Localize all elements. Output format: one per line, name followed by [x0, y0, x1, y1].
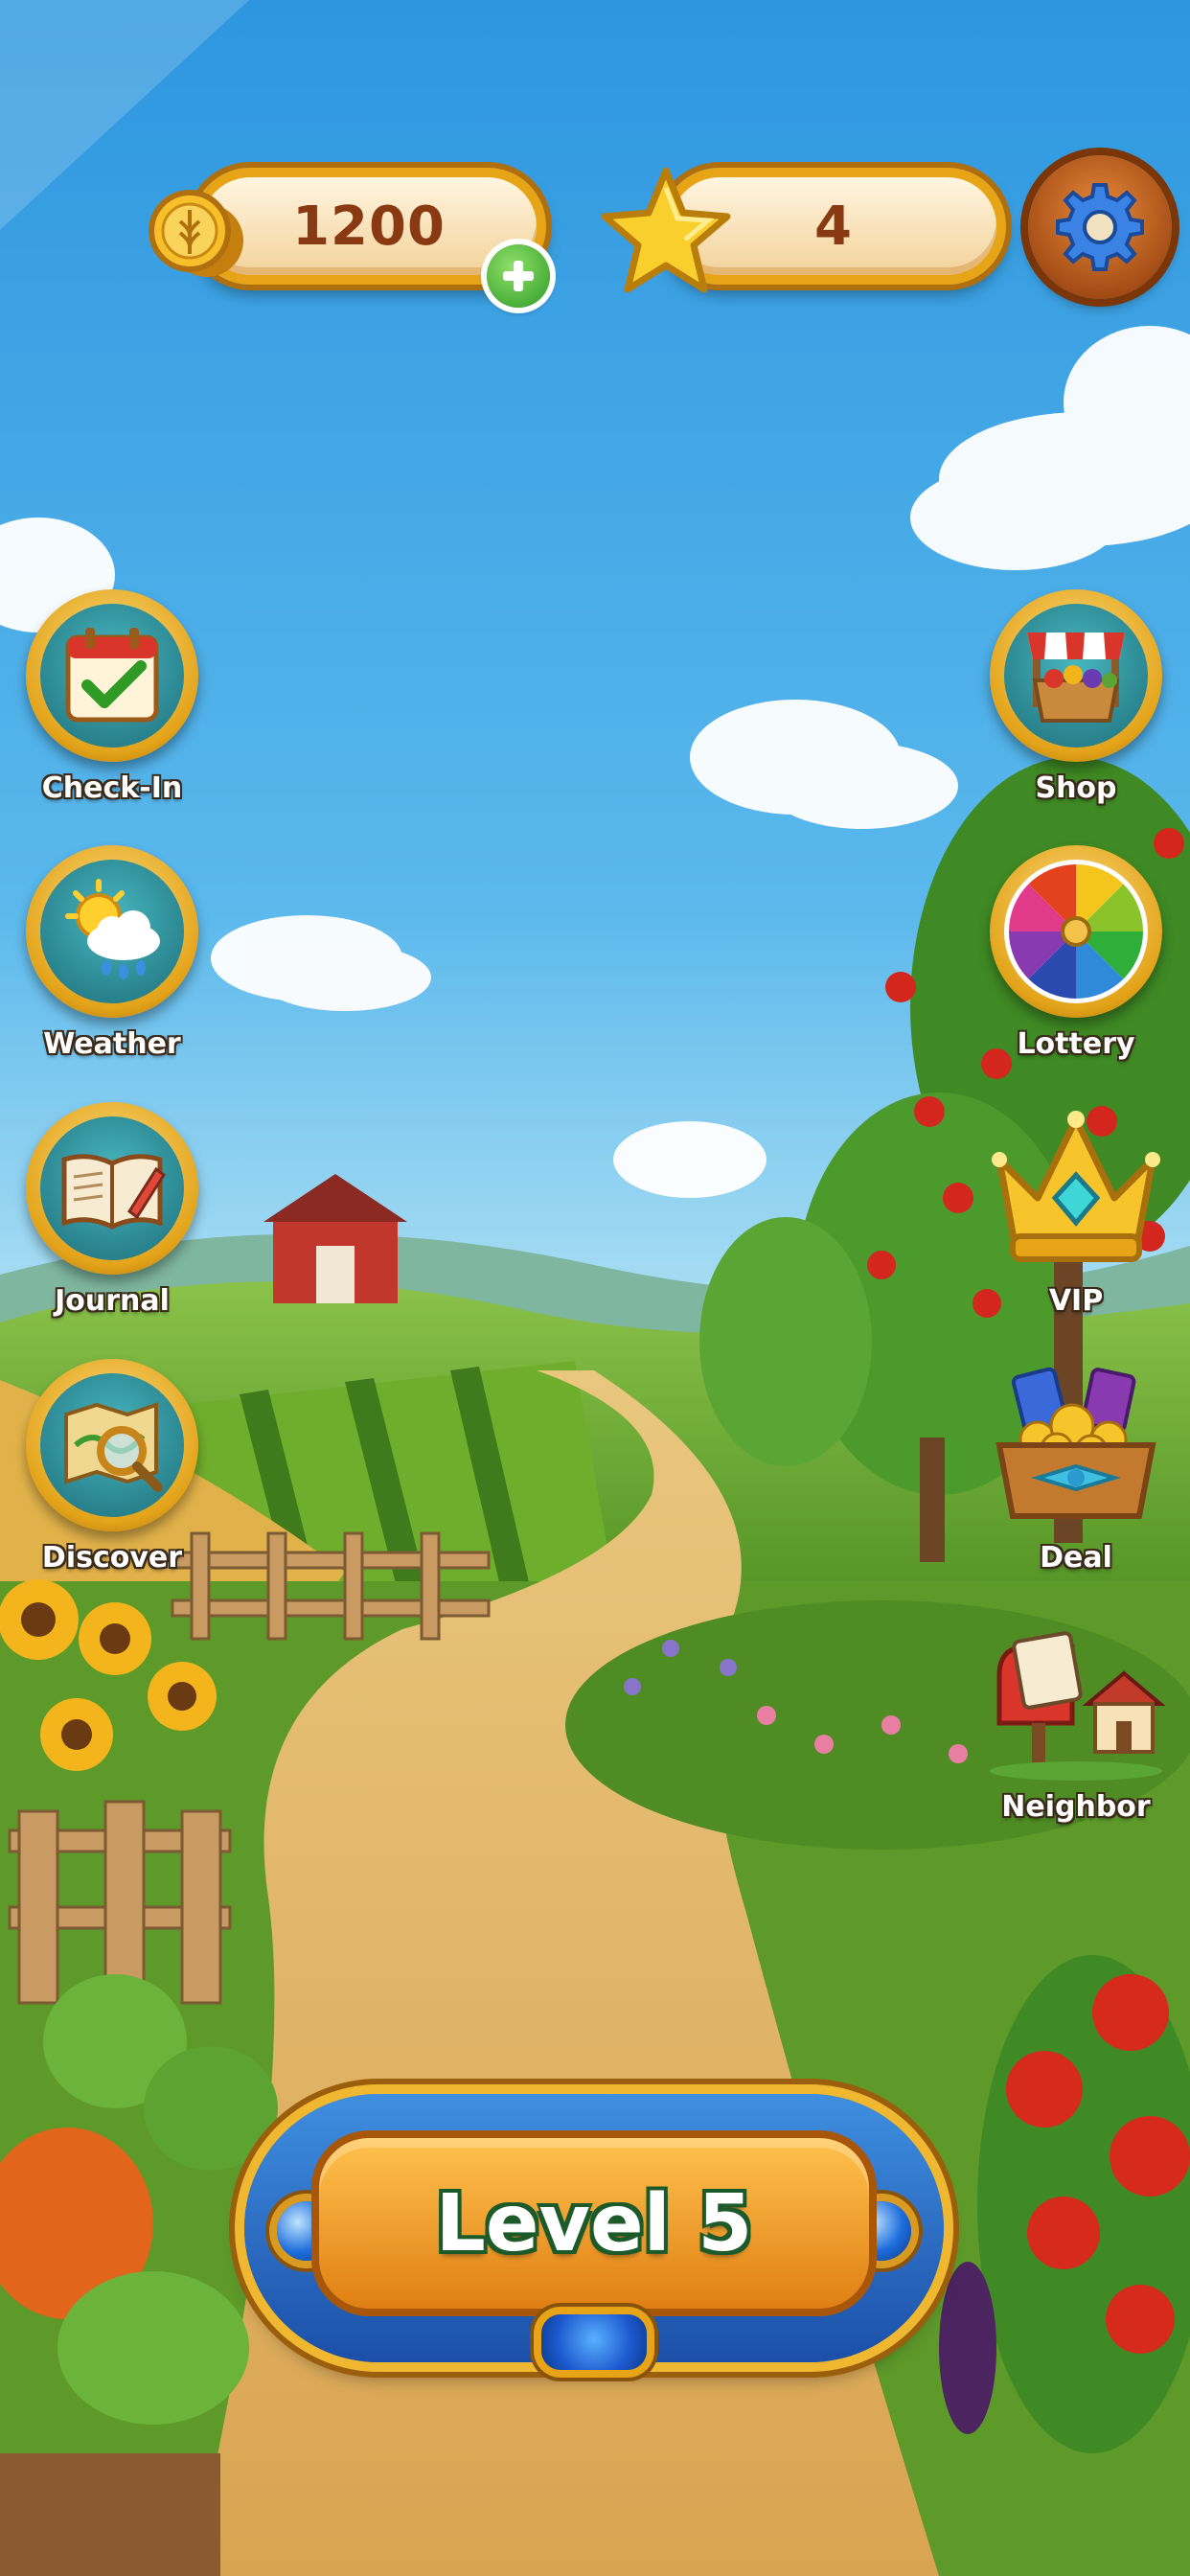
- neighbor-label: Neighbor: [1001, 1790, 1151, 1824]
- prize-wheel-icon: [1009, 864, 1143, 999]
- treasure-basket-icon: [995, 1367, 1156, 1519]
- shop-label: Shop: [1035, 771, 1117, 805]
- vip-badge: [980, 1102, 1172, 1275]
- settings-button[interactable]: [1028, 155, 1172, 299]
- discover-button[interactable]: Discover: [16, 1359, 208, 1575]
- neighbor-button[interactable]: Neighbor: [980, 1618, 1172, 1824]
- calendar-check-icon: [65, 628, 159, 723]
- mailbox-house-icon: [990, 1631, 1166, 1781]
- lottery-badge: [990, 845, 1162, 1018]
- weather-button[interactable]: Weather: [16, 845, 208, 1061]
- journal-badge: [26, 1102, 198, 1275]
- shop-button[interactable]: Shop: [980, 589, 1172, 805]
- star-count: 4: [814, 195, 853, 258]
- deal-button[interactable]: Deal: [980, 1359, 1172, 1575]
- check-in-badge: [26, 589, 198, 762]
- bottom-gem-ornament: [541, 2314, 647, 2370]
- coin-icon: [142, 187, 247, 283]
- level-label: Level 5: [435, 2177, 753, 2269]
- lottery-button[interactable]: Lottery: [980, 845, 1172, 1061]
- coin-count: 1200: [292, 195, 446, 258]
- journal-button[interactable]: Journal: [16, 1102, 208, 1318]
- deal-label: Deal: [1040, 1541, 1112, 1575]
- plus-icon: [503, 261, 534, 291]
- deal-badge: [980, 1359, 1172, 1531]
- discover-label: Discover: [41, 1541, 183, 1575]
- star-icon: [599, 163, 733, 297]
- neighbor-badge: [980, 1618, 1172, 1781]
- vip-label: VIP: [1048, 1284, 1104, 1318]
- check-in-label: Check-In: [41, 771, 183, 805]
- journal-label: Journal: [55, 1284, 170, 1318]
- weather-label: Weather: [43, 1027, 181, 1061]
- vip-button[interactable]: VIP: [980, 1102, 1172, 1318]
- sun-cloud-rain-icon: [65, 879, 160, 979]
- weather-badge: [26, 845, 198, 1018]
- add-coins-button[interactable]: [487, 244, 550, 308]
- play-button-plate: Level 5: [311, 2130, 877, 2316]
- gear-icon: [1056, 183, 1144, 271]
- map-magnifier-icon: [64, 1402, 163, 1492]
- game-screen: 1200 4 Check-In Weather Journal Discover…: [0, 0, 1190, 2576]
- lottery-label: Lottery: [1017, 1027, 1135, 1061]
- play-level-button[interactable]: Level 5: [244, 2094, 944, 2370]
- crown-icon: [992, 1111, 1160, 1262]
- open-book-icon: [61, 1154, 167, 1230]
- market-stall-icon: [1027, 632, 1125, 723]
- discover-badge: [26, 1359, 198, 1531]
- check-in-button[interactable]: Check-In: [16, 589, 208, 805]
- shop-badge: [990, 589, 1162, 762]
